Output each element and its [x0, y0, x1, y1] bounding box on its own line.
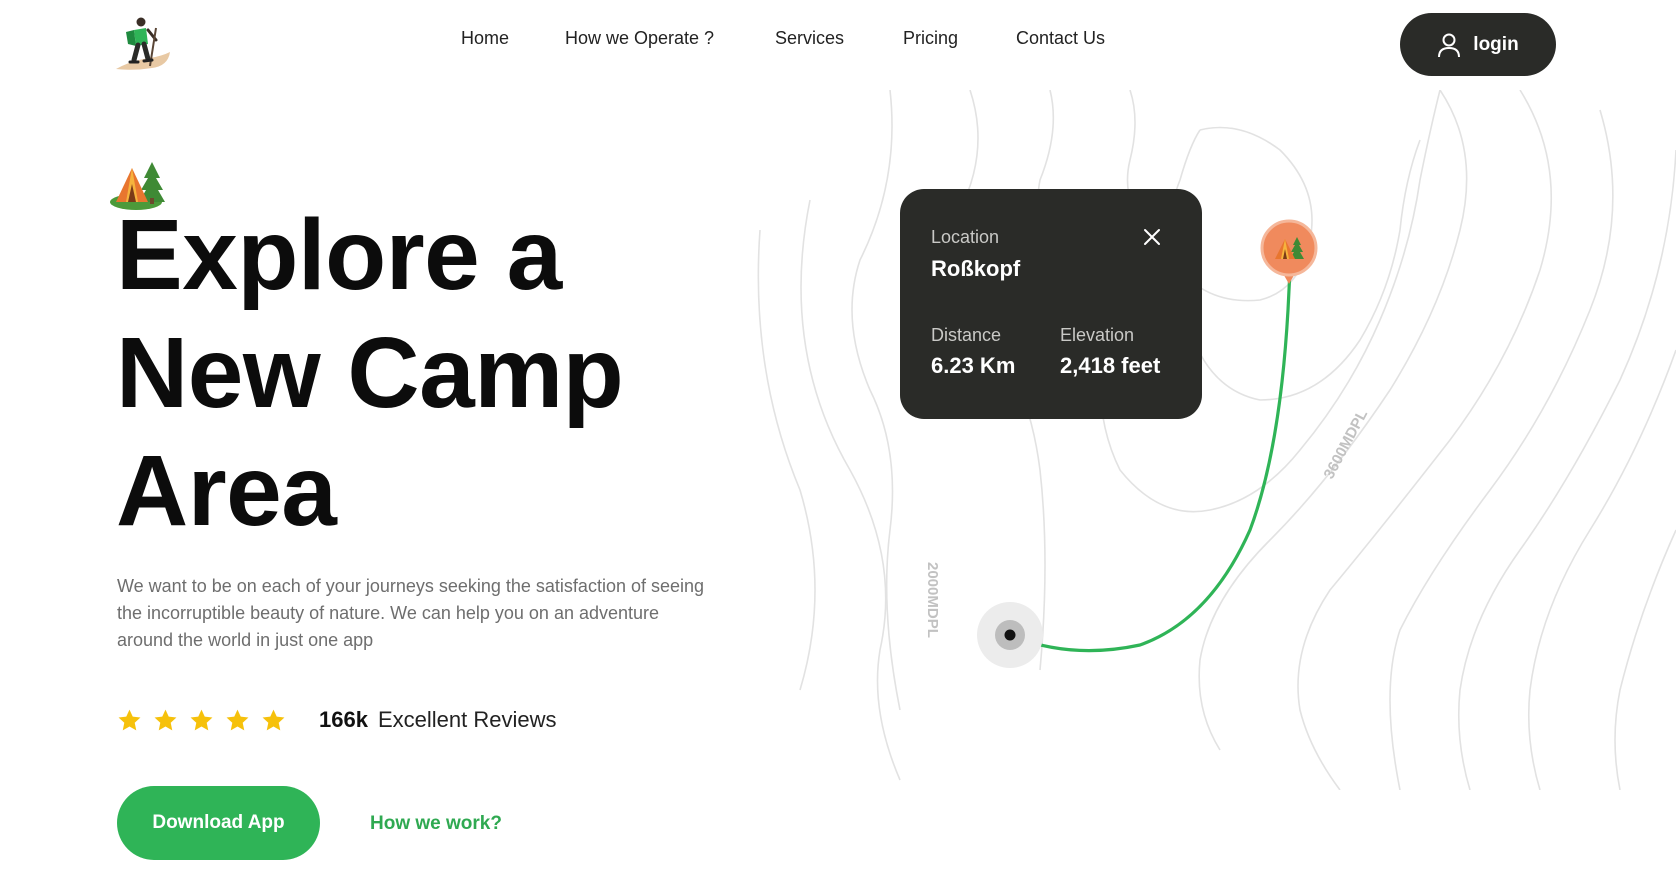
- location-label: Location: [931, 227, 1000, 247]
- rating-stars: [117, 708, 286, 733]
- close-icon[interactable]: [1142, 227, 1162, 247]
- nav-item-how-we-operate[interactable]: How we Operate ?: [565, 28, 714, 49]
- nav-item-pricing[interactable]: Pricing: [903, 28, 958, 49]
- hiker-logo-icon[interactable]: [112, 14, 174, 74]
- contour-label-2000: 2000MDPL: [924, 562, 941, 638]
- star-icon: [118, 709, 141, 730]
- login-button[interactable]: login: [1400, 13, 1556, 76]
- nav-item-services[interactable]: Services: [775, 28, 844, 49]
- hero-title-line-3: Area: [116, 435, 337, 547]
- nav-item-home[interactable]: Home: [461, 28, 509, 49]
- review-count: 166k: [319, 707, 368, 732]
- star-icon: [190, 709, 213, 730]
- hero-title: Explore a New Camp Area: [116, 196, 736, 550]
- user-icon: [1438, 33, 1461, 57]
- elevation-label: Elevation: [1060, 325, 1135, 345]
- star-icon: [262, 709, 285, 730]
- star-icon: [226, 709, 249, 730]
- download-app-button[interactable]: Download App: [117, 786, 320, 860]
- hero-description: We want to be on each of your journeys s…: [117, 576, 705, 650]
- star-icon: [154, 709, 177, 730]
- hero-title-line-1: Explore a: [116, 199, 562, 311]
- login-label: login: [1473, 33, 1519, 55]
- start-point: [1004, 629, 1016, 641]
- location-info-card: Location Roßkopf Distance 6.23 Km Elevat…: [900, 189, 1202, 419]
- location-value: Roßkopf: [931, 256, 1021, 281]
- rating-summary: 166k Excellent Reviews: [117, 703, 556, 737]
- distance-label: Distance: [931, 325, 1002, 345]
- review-label: Excellent Reviews: [377, 707, 557, 732]
- elevation-value: 2,418 feet: [1060, 353, 1161, 378]
- nav-item-contact-us[interactable]: Contact Us: [1016, 28, 1105, 49]
- how-we-work-link[interactable]: How we work?: [370, 813, 502, 835]
- distance-value: 6.23 Km: [931, 353, 1016, 378]
- contour-label-3600: 3600MDPL: [1321, 407, 1372, 482]
- hero-title-line-2: New Camp: [116, 317, 624, 429]
- topographic-map: 3600MDPL 2000MDPL: [757, 90, 1676, 790]
